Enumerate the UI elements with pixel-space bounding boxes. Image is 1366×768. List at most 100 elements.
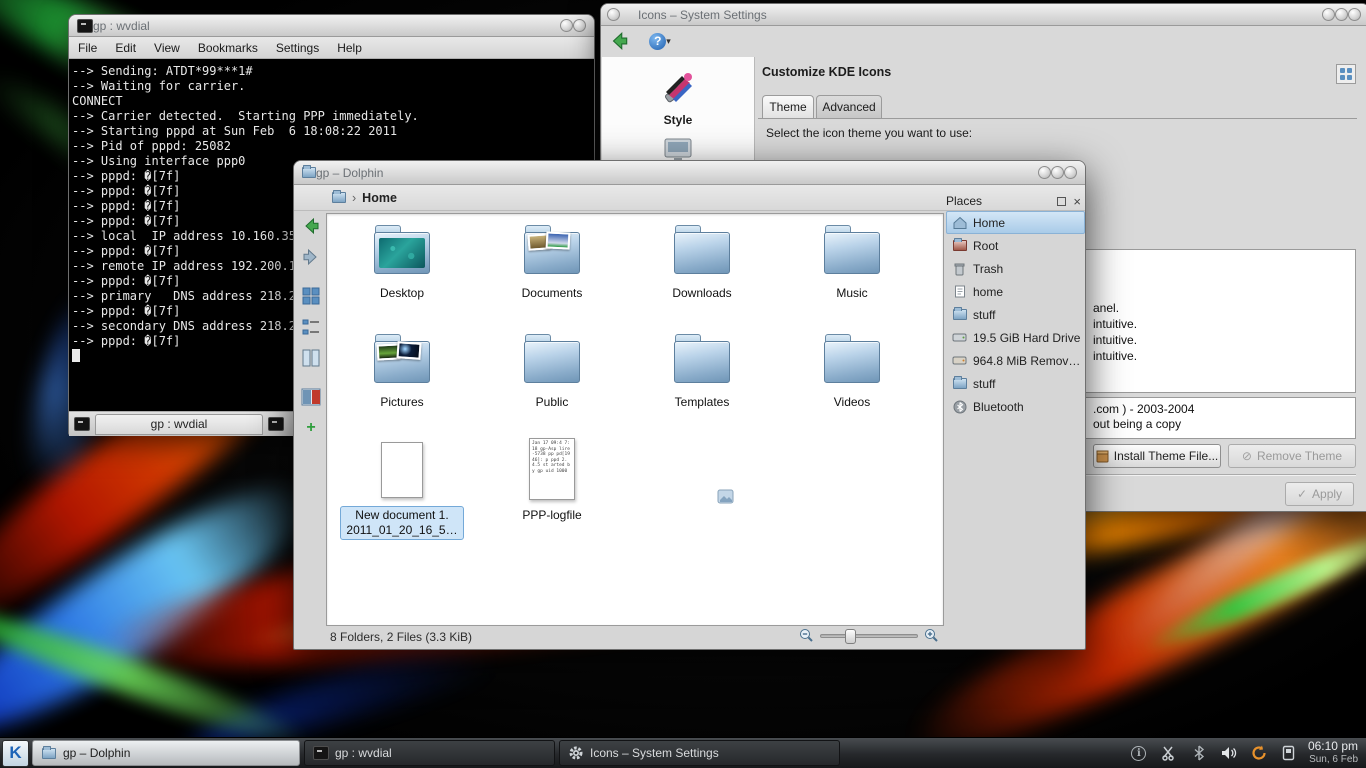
place-item-removable-drive[interactable]: 964.8 MiB Remov… <box>946 349 1085 372</box>
apply-label: Apply <box>1312 487 1342 501</box>
system-settings-titlebar[interactable]: Icons – System Settings <box>601 4 1366 26</box>
taskbar: K gp – Dolphin gp : wvdial Icons – Syste… <box>0 737 1366 768</box>
place-item-root[interactable]: Root <box>946 234 1085 257</box>
close-panel-icon[interactable]: × <box>1073 194 1081 209</box>
folder-item-pictures[interactable]: Pictures <box>327 327 477 409</box>
stray-image-icon[interactable] <box>717 489 734 504</box>
tab-theme[interactable]: Theme <box>762 95 814 118</box>
taskbar-task-wvdial[interactable]: gp : wvdial <box>304 740 555 766</box>
place-item-home-folder[interactable]: home <box>946 280 1085 303</box>
back-button[interactable] <box>298 213 324 239</box>
tab-advanced-label: Advanced <box>822 100 875 114</box>
breadcrumb-home[interactable]: Home <box>362 191 397 205</box>
status-text: 8 Folders, 2 Files (3.3 KiB) <box>330 630 472 644</box>
dolphin-file-view[interactable]: Desktop Documents Downloads Music <box>326 213 944 626</box>
details-view-button[interactable] <box>298 314 324 340</box>
menu-settings[interactable]: Settings <box>267 39 328 57</box>
help-button[interactable]: ? ▾ <box>645 30 675 52</box>
icon-theme-list-entries: anel.intuitive.intuitive.intuitive. <box>1093 300 1137 364</box>
public-folder-icon <box>524 341 580 383</box>
menu-bookmarks[interactable]: Bookmarks <box>189 39 267 57</box>
system-settings-toolbar: ? ▾ <box>601 26 1366 56</box>
clock-time: 06:10 pm <box>1308 740 1358 753</box>
terminal-titlebar[interactable]: gp : wvdial <box>69 15 594 37</box>
minimize-button[interactable] <box>560 19 573 32</box>
package-icon <box>1096 450 1109 463</box>
terminal-tab-list-icon[interactable] <box>74 417 90 431</box>
terminal-window-icon <box>77 19 93 33</box>
place-item-stuff2[interactable]: stuff <box>946 372 1085 395</box>
taskbar-task-system-settings[interactable]: Icons – System Settings <box>559 740 840 766</box>
place-item-home[interactable]: Home <box>946 211 1085 234</box>
zoom-slider[interactable] <box>820 634 918 638</box>
maximize-button[interactable] <box>1051 166 1064 179</box>
back-button[interactable] <box>605 28 633 54</box>
tab-advanced[interactable]: Advanced <box>816 95 882 118</box>
close-button[interactable] <box>1064 166 1077 179</box>
notifications-info-icon[interactable]: i <box>1130 744 1148 762</box>
folder-item-templates[interactable]: Templates <box>627 327 777 409</box>
taskbar-task-dolphin[interactable]: gp – Dolphin <box>32 740 300 766</box>
folder-label: Downloads <box>672 286 731 300</box>
terminal-tab-label: gp : wvdial <box>151 417 208 431</box>
page-title: Customize KDE Icons <box>762 65 891 79</box>
folder-item-public[interactable]: Public <box>477 327 627 409</box>
folder-item-music[interactable]: Music <box>777 218 927 300</box>
menu-edit[interactable]: Edit <box>106 39 145 57</box>
window-menu-button[interactable] <box>607 8 620 21</box>
application-launcher-button[interactable]: K <box>2 740 29 767</box>
remove-theme-button[interactable]: ⊘ Remove Theme <box>1228 444 1356 468</box>
forward-button[interactable] <box>298 244 324 270</box>
menu-view[interactable]: View <box>145 39 189 57</box>
device-notifier-icon[interactable] <box>1280 744 1298 762</box>
menu-help[interactable]: Help <box>328 39 371 57</box>
apply-button[interactable]: ✓ Apply <box>1285 482 1354 506</box>
new-tab-icon[interactable] <box>268 417 284 431</box>
install-theme-button[interactable]: Install Theme File... <box>1093 444 1221 468</box>
help-icon: ? <box>649 33 666 50</box>
zoom-out-icon[interactable] <box>799 628 814 643</box>
folder-label: Templates <box>675 395 730 409</box>
folder-item-documents[interactable]: Documents <box>477 218 627 300</box>
file-item-ppp-logfile[interactable]: Jan 17 09:4 7:18 gp-Asp lire-5738 pp pd[… <box>477 436 627 540</box>
minimize-button[interactable] <box>1038 166 1051 179</box>
logfile-preview-icon: Jan 17 09:4 7:18 gp-Asp lire-5738 pp pd[… <box>529 438 575 500</box>
maximize-button[interactable] <box>1335 8 1348 21</box>
file-item-new-document[interactable]: New document 1. 2011_01_20_16_5… <box>327 436 477 540</box>
klipper-scissors-icon[interactable] <box>1160 744 1178 762</box>
close-button[interactable] <box>573 19 586 32</box>
folder-icon <box>953 378 967 389</box>
sync-updates-icon[interactable] <box>1250 744 1268 762</box>
details-view-icon <box>301 317 321 337</box>
volume-icon[interactable] <box>1220 744 1238 762</box>
root-folder-icon[interactable] <box>332 192 346 203</box>
folder-label: Music <box>836 286 867 300</box>
menu-file[interactable]: File <box>69 39 106 57</box>
chevron-down-icon: ▾ <box>666 36 671 47</box>
style-icon <box>659 69 697 105</box>
place-item-trash[interactable]: Trash <box>946 257 1085 280</box>
folder-item-desktop[interactable]: Desktop <box>327 218 477 300</box>
minimize-button[interactable] <box>1322 8 1335 21</box>
terminal-menubar: File Edit View Bookmarks Settings Help <box>69 37 594 59</box>
clock[interactable]: 06:10 pm Sun, 6 Feb <box>1308 740 1366 766</box>
folder-item-videos[interactable]: Videos <box>777 327 927 409</box>
place-item-bluetooth[interactable]: Bluetooth <box>946 395 1085 418</box>
terminal-tab[interactable]: gp : wvdial <box>95 414 263 435</box>
sidebar-item-style[interactable]: Style <box>602 57 754 127</box>
zoom-slider-handle[interactable] <box>845 629 856 644</box>
place-item-hard-drive[interactable]: 19.5 GiB Hard Drive <box>946 326 1085 349</box>
folder-item-downloads[interactable]: Downloads <box>627 218 777 300</box>
bluetooth-tray-icon[interactable] <box>1190 744 1208 762</box>
place-item-stuff1[interactable]: stuff <box>946 303 1085 326</box>
zoom-in-icon[interactable] <box>924 628 939 643</box>
close-button[interactable] <box>1348 8 1361 21</box>
new-tab-button[interactable]: + <box>298 415 324 441</box>
dolphin-titlebar[interactable]: gp – Dolphin <box>294 161 1085 185</box>
install-theme-label: Install Theme File... <box>1114 449 1218 463</box>
icons-view-button[interactable] <box>298 283 324 309</box>
columns-view-button[interactable] <box>298 345 324 371</box>
split-view-button[interactable] <box>298 384 324 410</box>
float-panel-icon[interactable] <box>1057 197 1066 206</box>
page-icon <box>953 285 967 298</box>
